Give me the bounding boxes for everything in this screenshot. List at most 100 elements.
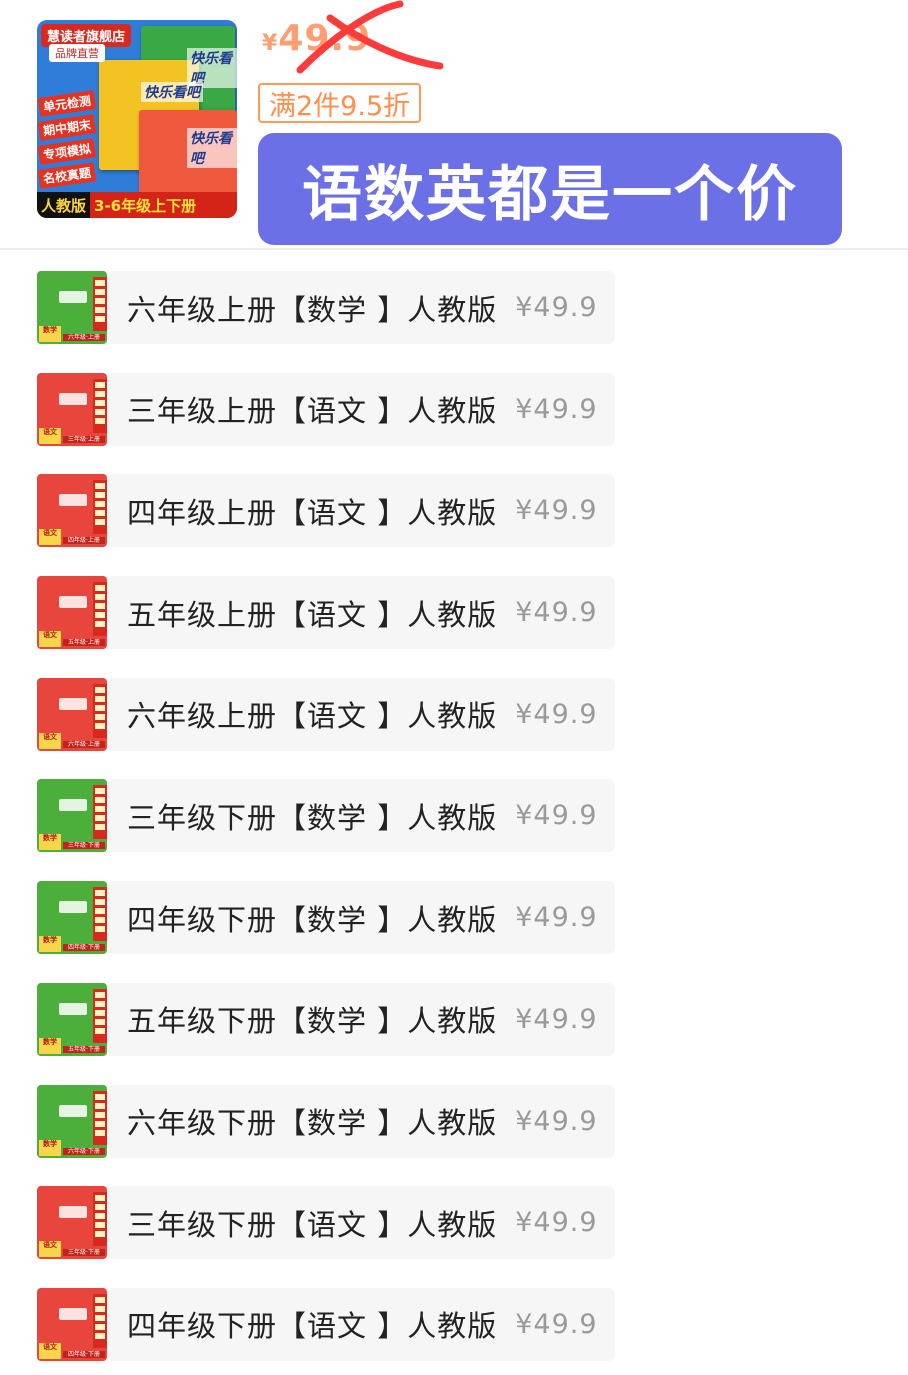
- math-book-cover-icon: 数学 五年级·下册: [37, 982, 107, 1056]
- cover-side-tabs: [93, 785, 107, 840]
- sku-option[interactable]: 语文 四年级·上册 四年级上册【语文 】人教版 ¥49.9: [37, 474, 615, 548]
- feature-tag: 名校真题: [37, 162, 97, 189]
- feature-tag: 期中期末: [37, 114, 97, 141]
- cover-grade-strip: 三年级·下册: [63, 842, 105, 850]
- sku-option-label: 三年级下册【语文 】人教版: [127, 1207, 498, 1242]
- book-logo-icon: [59, 392, 87, 405]
- math-book-cover-icon: 数学 四年级·下册: [37, 881, 107, 955]
- cover-subject-chip: 数学: [39, 834, 61, 851]
- sku-option-list: 数学 六年级·上册 六年级上册【数学 】人教版 ¥49.9 语文 三年级·上册 三年级上册【…: [37, 271, 637, 1375]
- sku-option-price: ¥49.9: [515, 902, 598, 934]
- cover-grade-strip: 三年级·上册: [63, 435, 105, 443]
- book-logo-icon: [59, 1002, 87, 1015]
- sku-option-label: 四年级下册【语文 】人教版: [127, 1309, 498, 1344]
- book-logo-icon: [59, 291, 87, 303]
- sku-option[interactable]: 语文 三年级·上册 三年级上册【语文 】人教版 ¥49.9: [37, 372, 615, 446]
- chinese-book-cover-icon: 语文 四年级·上册: [37, 474, 107, 548]
- sku-option-label: 六年级上册【语文 】人教版: [127, 699, 498, 734]
- book-logo-icon: [59, 1307, 87, 1320]
- edition-label: 人教版: [37, 192, 91, 218]
- feature-tag: 专项模拟: [37, 138, 97, 165]
- sku-option-price: ¥49.9: [515, 1207, 598, 1239]
- sku-option[interactable]: 语文 五年级·上册 五年级上册【语文 】人教版 ¥49.9: [37, 576, 615, 650]
- sku-option-price: ¥49.9: [515, 292, 598, 323]
- sku-option[interactable]: 数学 六年级·上册 六年级上册【数学 】人教版 ¥49.9: [37, 271, 615, 344]
- cover-grade-strip: 六年级·下册: [63, 1147, 105, 1155]
- book-logo-icon: [59, 799, 87, 812]
- cover-grade-strip: 四年级·下册: [63, 944, 105, 952]
- sku-option-label: 五年级上册【语文 】人教版: [127, 597, 498, 632]
- sku-option[interactable]: 语文 三年级·下册 三年级下册【语文 】人教版 ¥49.9: [37, 1186, 615, 1260]
- book-logo-icon: [59, 697, 87, 710]
- sku-option-price: ¥49.9: [515, 800, 598, 832]
- math-book-cover-icon: 数学 六年级·下册: [37, 1084, 107, 1158]
- edition-banner: 人教版 3-6年级上下册: [37, 192, 237, 218]
- same-price-banner: 语数英都是一个价: [258, 133, 842, 245]
- chinese-book-cover-icon: 语文 五年级·上册: [37, 576, 107, 650]
- discount-tag: 满2件9.5折: [258, 83, 422, 123]
- sku-option-label: 五年级下册【数学 】人教版: [127, 1004, 498, 1039]
- chinese-book-cover-icon: 语文 六年级·上册: [37, 677, 107, 751]
- cover-subject-chip: 语文: [39, 1342, 61, 1359]
- brand-direct-badge: 品牌直营: [49, 44, 105, 62]
- sku-option[interactable]: 数学 六年级·下册 六年级下册【数学 】人教版 ¥49.9: [37, 1084, 615, 1158]
- cover-subject-chip: 语文: [39, 1241, 61, 1258]
- sku-option-label: 四年级上册【语文 】人教版: [127, 495, 498, 530]
- cover-subject-chip: 语文: [39, 732, 61, 749]
- sku-option-label: 六年级上册【数学 】人教版: [127, 292, 498, 327]
- grades-label: 3-6年级上下册: [94, 196, 197, 215]
- book-logo-icon: [59, 1206, 87, 1219]
- feature-tag: 单元检测: [37, 90, 97, 117]
- cover-grade-strip: 五年级·下册: [63, 1045, 105, 1053]
- product-main-image[interactable]: 快乐看吧 快乐看吧 快乐看吧 慧读者旗舰店 品牌直营 单元检测 期中期末 专项模…: [37, 20, 237, 218]
- cover-side-tabs: [93, 1293, 107, 1348]
- book-logo-icon: [59, 901, 87, 914]
- sku-option-price: ¥49.9: [515, 698, 598, 730]
- feature-tag-list: 单元检测 期中期末 专项模拟 名校真题: [37, 90, 97, 190]
- chinese-book-cover-icon: 语文 三年级·下册: [37, 1186, 107, 1260]
- sku-option[interactable]: 数学 五年级·下册 五年级下册【数学 】人教版 ¥49.9: [37, 982, 615, 1056]
- product-header: 快乐看吧 快乐看吧 快乐看吧 慧读者旗舰店 品牌直营 单元检测 期中期末 专项模…: [0, 0, 908, 250]
- sku-option-price: ¥49.9: [515, 1003, 598, 1035]
- cover-side-tabs: [93, 1192, 107, 1247]
- math-book-cover-icon: 数学 三年级·下册: [37, 779, 107, 853]
- divider: [0, 248, 908, 250]
- sku-option-price: ¥49.9: [515, 1308, 598, 1340]
- cover-side-tabs: [93, 988, 107, 1043]
- book-title: 快乐看吧: [141, 82, 203, 102]
- sku-option-price: ¥49.9: [515, 1105, 598, 1137]
- sku-option-price: ¥49.9: [515, 495, 598, 527]
- cover-grade-strip: 五年级·上册: [63, 639, 105, 647]
- sku-option-label: 四年级下册【数学 】人教版: [127, 902, 498, 937]
- sku-option[interactable]: 数学 三年级·下册 三年级下册【数学 】人教版 ¥49.9: [37, 779, 615, 853]
- cover-side-tabs: [93, 683, 107, 738]
- sku-option-label: 六年级下册【数学 】人教版: [127, 1106, 498, 1140]
- cover-side-tabs: [93, 277, 107, 331]
- cover-side-tabs: [93, 887, 107, 942]
- sku-option-label: 三年级下册【数学 】人教版: [127, 800, 498, 835]
- cover-side-tabs: [93, 480, 107, 535]
- sku-option-price: ¥49.9: [515, 597, 598, 629]
- book-logo-icon: [59, 1104, 87, 1117]
- cover-side-tabs: [93, 582, 107, 637]
- cover-side-tabs: [93, 378, 107, 433]
- cover-subject-chip: 语文: [39, 631, 61, 648]
- cover-grade-strip: 四年级·下册: [63, 1350, 105, 1358]
- sku-option[interactable]: 语文 四年级·下册 四年级下册【语文 】人教版 ¥49.9: [37, 1287, 615, 1361]
- cover-grade-strip: 六年级·上册: [63, 740, 105, 748]
- cover-grade-strip: 四年级·上册: [63, 537, 105, 545]
- book-title: 快乐看吧: [187, 128, 237, 168]
- cover-subject-chip: 数学: [39, 326, 61, 342]
- sku-option[interactable]: 语文 六年级·上册 六年级上册【语文 】人教版 ¥49.9: [37, 677, 615, 751]
- sku-option[interactable]: 数学 四年级·下册 四年级下册【数学 】人教版 ¥49.9: [37, 881, 615, 955]
- strike-through-icon: [296, 0, 444, 74]
- chinese-book-cover-icon: 语文 四年级·下册: [37, 1287, 107, 1361]
- product-sku-page: 快乐看吧 快乐看吧 快乐看吧 慧读者旗舰店 品牌直营 单元检测 期中期末 专项模…: [0, 0, 908, 1375]
- cover-subject-chip: 数学: [39, 1037, 61, 1054]
- chinese-book-cover-icon: 语文 三年级·上册: [37, 372, 107, 446]
- cover-subject-chip: 数学: [39, 936, 61, 953]
- book-logo-icon: [59, 494, 87, 507]
- cover-grade-strip: 三年级·下册: [63, 1249, 105, 1257]
- cover-side-tabs: [93, 1090, 107, 1145]
- math-book-cover-icon: 数学 六年级·上册: [37, 271, 107, 344]
